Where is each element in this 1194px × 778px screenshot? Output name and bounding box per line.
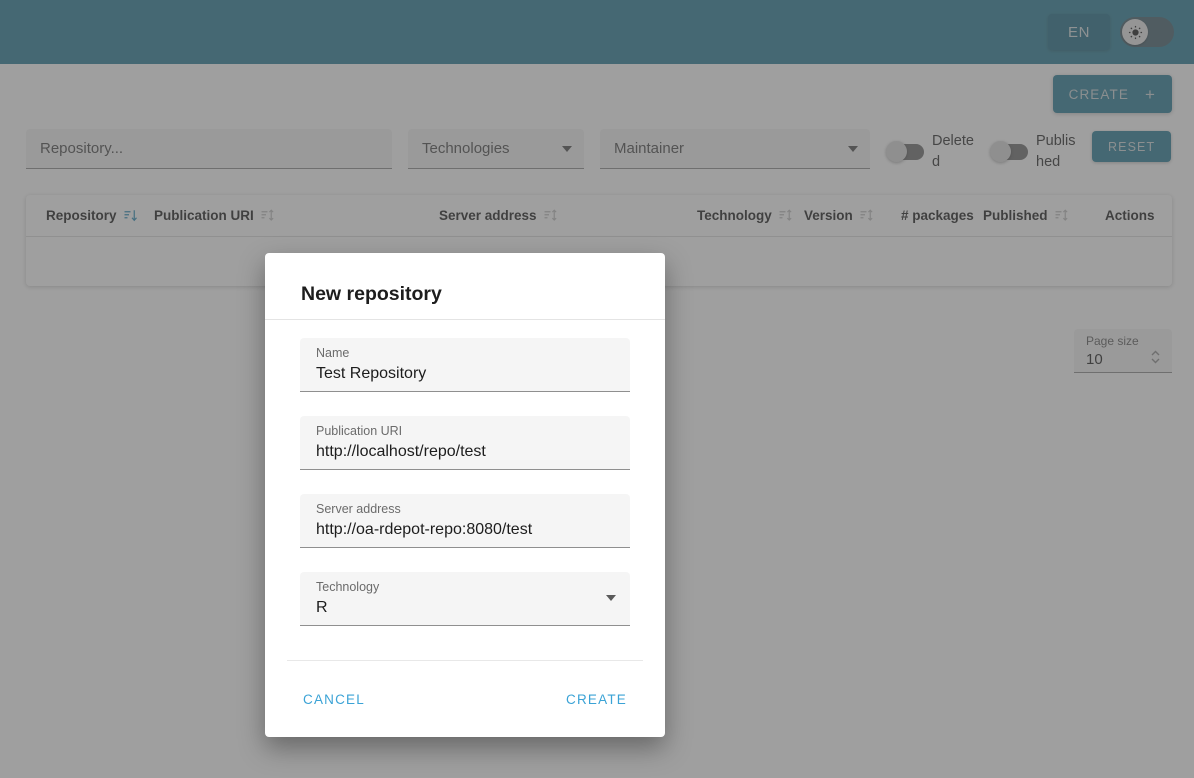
chevron-down-icon — [606, 595, 616, 601]
dialog-footer: CANCEL CREATE — [265, 661, 665, 737]
name-field-label: Name — [316, 346, 350, 360]
app-root: EN — [0, 0, 1194, 778]
cancel-button[interactable]: CANCEL — [301, 686, 367, 713]
submit-create-button[interactable]: CREATE — [564, 686, 629, 713]
technology-field-value: R — [316, 599, 328, 616]
publication-uri-field-label: Publication URI — [316, 424, 403, 438]
publication-uri-field-value: http://localhost/repo/test — [316, 443, 486, 460]
server-address-field-label: Server address — [316, 502, 401, 516]
name-field-value: Test Repository — [316, 365, 427, 382]
dialog-title: New repository — [301, 283, 442, 305]
name-field[interactable]: Name Test Repository — [300, 338, 630, 392]
new-repository-dialog: New repository Name Test Repository Publ… — [265, 253, 665, 737]
dialog-form: Name Test Repository Publication URI htt… — [265, 320, 665, 656]
publication-uri-field[interactable]: Publication URI http://localhost/repo/te… — [300, 416, 630, 470]
server-address-field[interactable]: Server address http://oa-rdepot-repo:808… — [300, 494, 630, 548]
technology-field-label: Technology — [316, 580, 380, 594]
server-address-field-value: http://oa-rdepot-repo:8080/test — [316, 521, 533, 538]
technology-select-field[interactable]: Technology R — [300, 572, 630, 626]
